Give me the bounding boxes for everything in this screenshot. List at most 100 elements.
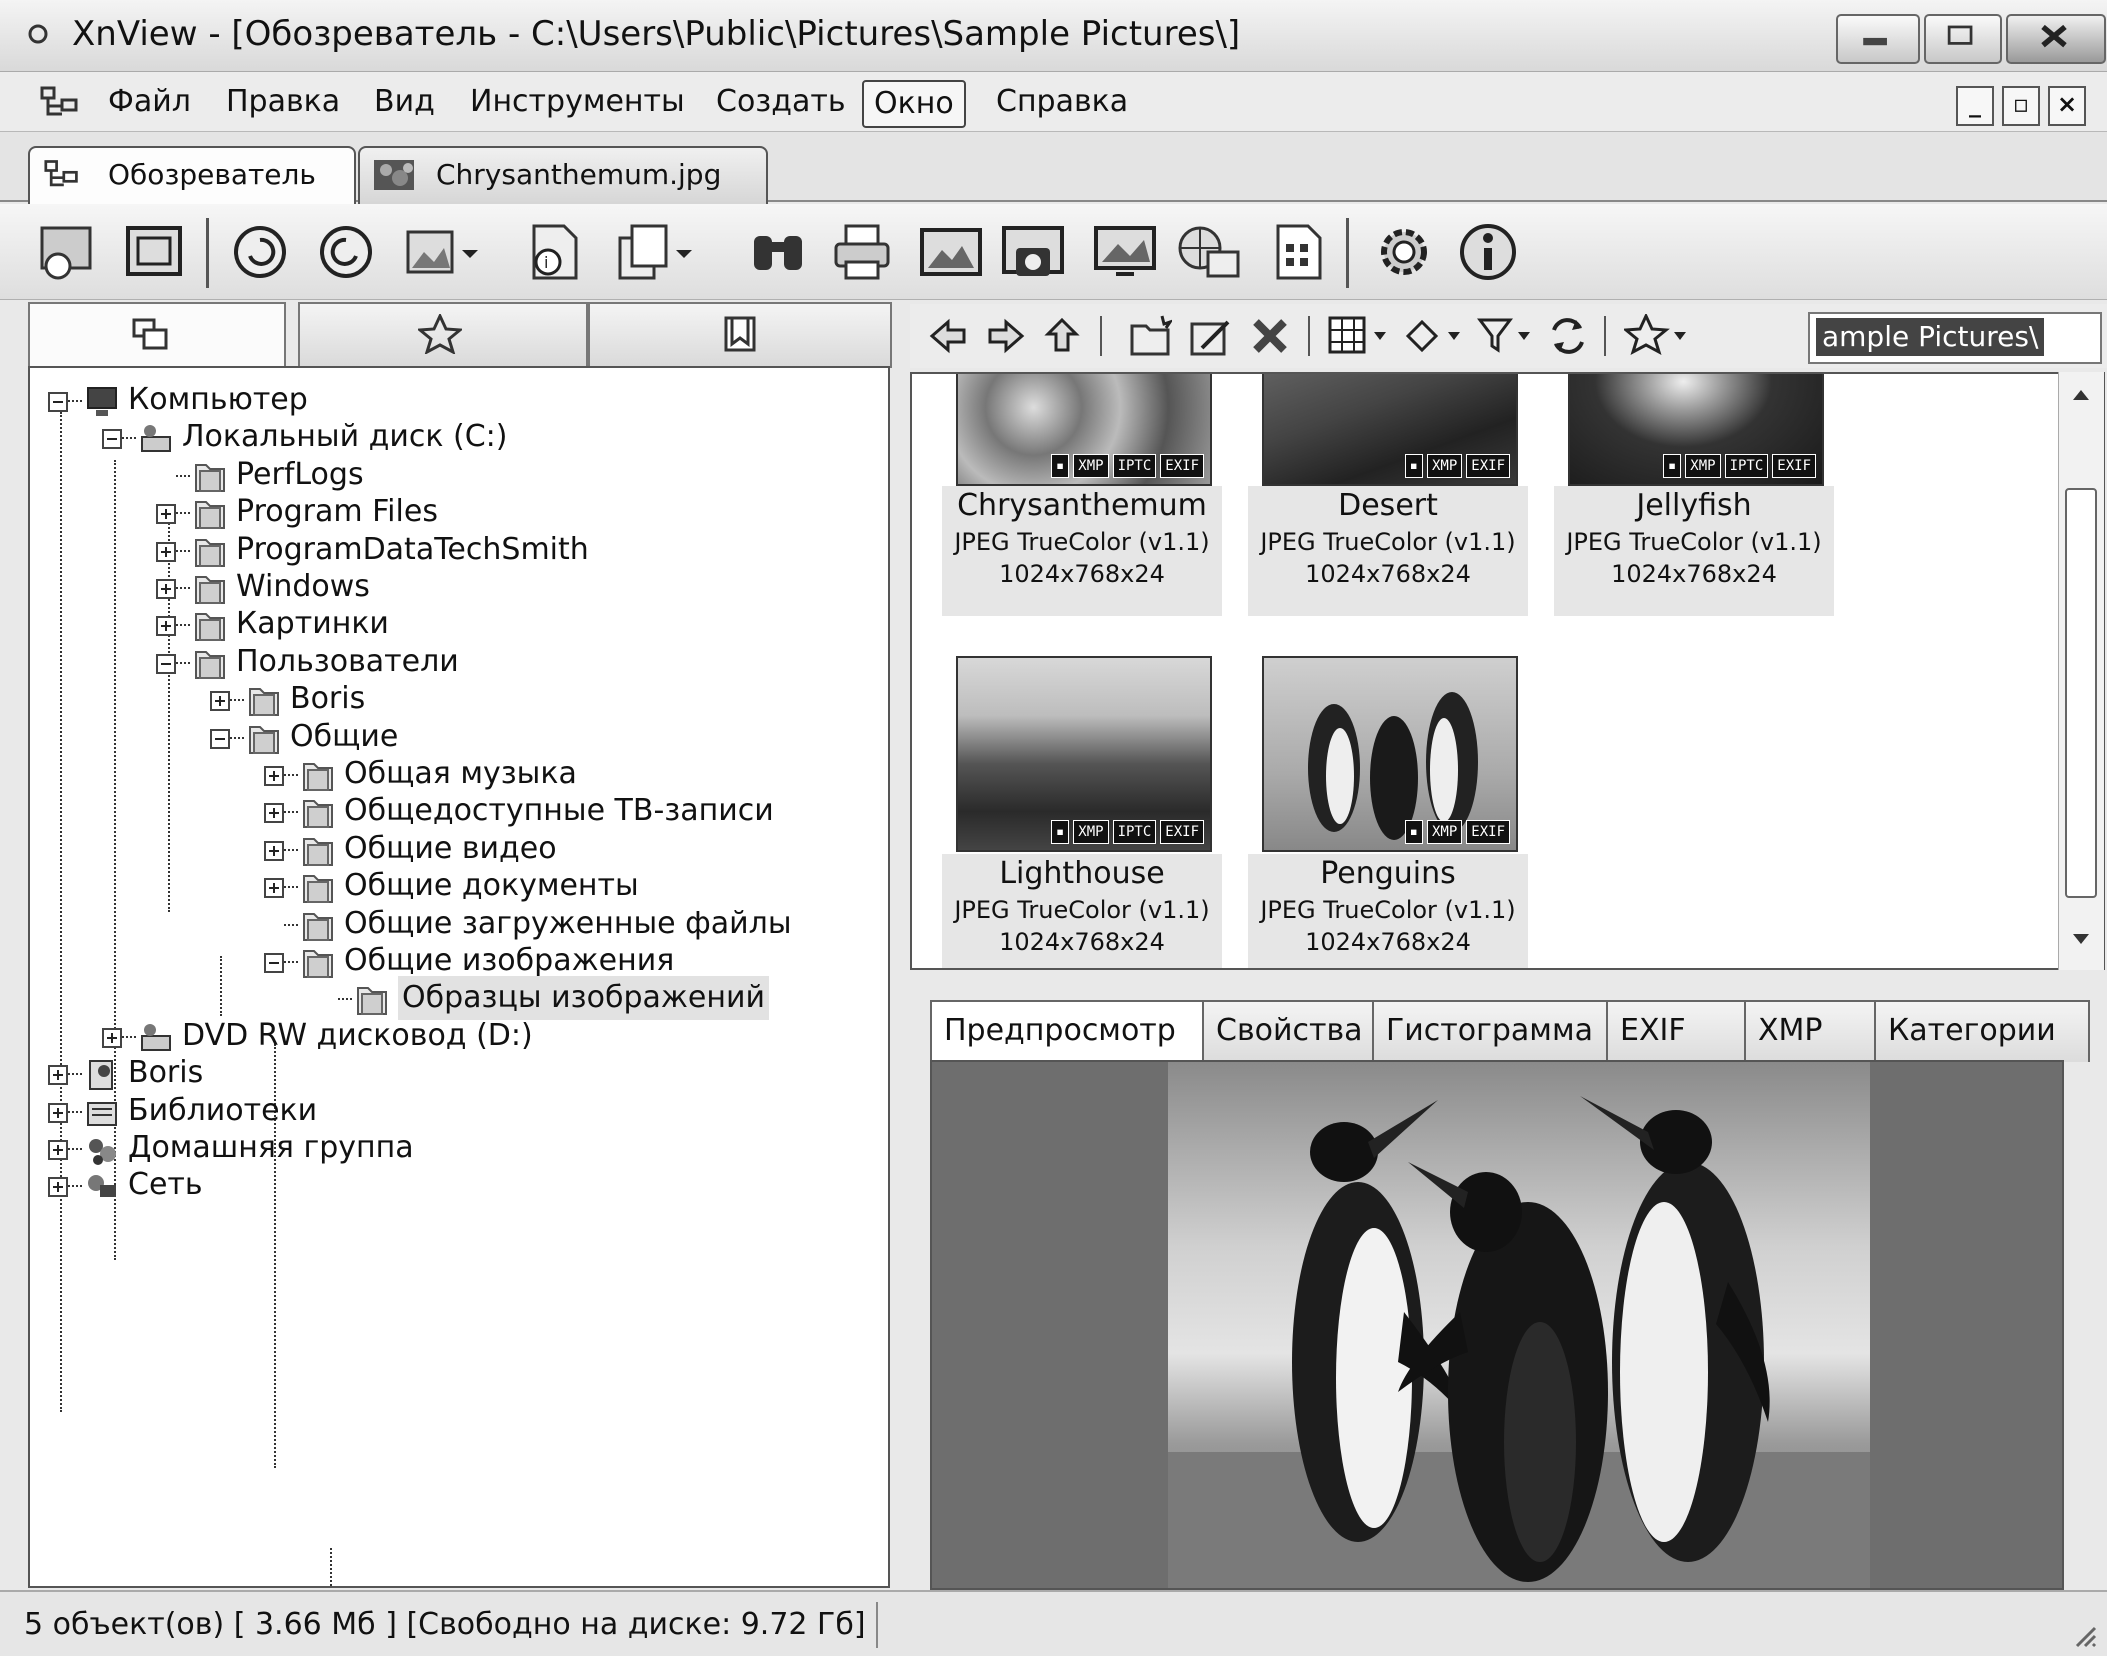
maximize-button[interactable] bbox=[1924, 14, 2002, 64]
mdi-minimize-button[interactable]: _ bbox=[1956, 86, 1994, 126]
collapse-icon[interactable] bbox=[264, 953, 284, 973]
favorite-star-icon[interactable] bbox=[1624, 314, 1694, 358]
tree-guide bbox=[330, 1548, 332, 1586]
settings-icon[interactable] bbox=[1374, 222, 1434, 282]
expand-icon[interactable] bbox=[102, 1028, 122, 1048]
menu-help[interactable]: Справка bbox=[986, 80, 1138, 124]
collapse-icon[interactable] bbox=[102, 429, 122, 449]
filter-icon[interactable] bbox=[1476, 316, 1540, 356]
web-icon[interactable] bbox=[1174, 222, 1244, 282]
tab-folders[interactable] bbox=[28, 302, 286, 366]
info-page-icon[interactable]: i bbox=[524, 222, 584, 282]
menu-window[interactable]: Окно bbox=[862, 80, 966, 128]
slideshow-icon[interactable] bbox=[918, 222, 984, 282]
expand-icon[interactable] bbox=[48, 1103, 68, 1123]
up-folder-icon[interactable] bbox=[1042, 316, 1082, 356]
screen-icon[interactable] bbox=[1092, 222, 1158, 282]
close-button[interactable] bbox=[2006, 14, 2106, 64]
expand-icon[interactable] bbox=[264, 766, 284, 786]
thumbnail-jellyfish[interactable]: ▪ XMP IPTC EXIF Jellyfish JPEG TrueColor (v… bbox=[1554, 374, 1834, 634]
scroll-down-icon[interactable] bbox=[2071, 932, 2091, 946]
resize-grip-icon[interactable] bbox=[2071, 1622, 2099, 1650]
rename-icon[interactable] bbox=[1188, 314, 1232, 358]
tree-item[interactable]: Сеть bbox=[48, 1163, 870, 1207]
expand-icon[interactable] bbox=[48, 1177, 68, 1197]
minimize-button[interactable] bbox=[1836, 14, 1920, 64]
view-mode-icon[interactable] bbox=[1328, 316, 1392, 356]
capture-icon[interactable] bbox=[1000, 222, 1066, 282]
tab-image-label: Chrysanthemum.jpg bbox=[436, 158, 722, 191]
badge-xmp: XMP bbox=[1073, 454, 1109, 478]
tab-categories[interactable] bbox=[588, 302, 892, 368]
toolbar-separator bbox=[1308, 316, 1310, 356]
fullscreen-icon[interactable] bbox=[124, 222, 184, 282]
thumbnail-desert[interactable]: ▪ XMP EXIF Desert JPEG TrueColor (v1.1) 10… bbox=[1248, 374, 1528, 634]
tab-image[interactable]: Chrysanthemum.jpg bbox=[358, 146, 768, 204]
new-folder-icon[interactable] bbox=[1128, 314, 1172, 358]
back-arrow-icon[interactable] bbox=[928, 316, 968, 356]
expand-icon[interactable] bbox=[264, 878, 284, 898]
find-icon[interactable] bbox=[748, 222, 808, 282]
tab-browser[interactable]: Обозреватель bbox=[28, 146, 356, 204]
tab-histogram[interactable]: Гистограмма bbox=[1372, 1000, 1632, 1062]
toolbar-separator bbox=[1604, 316, 1606, 356]
thumbnail-chrysanthemum[interactable]: ▪ XMP IPTC EXIF Chrysanthemum JPEG TrueColo… bbox=[942, 374, 1222, 634]
network-icon bbox=[88, 1175, 116, 1197]
menu-create[interactable]: Создать bbox=[706, 80, 856, 124]
menu-view[interactable]: Вид bbox=[364, 80, 445, 124]
expand-icon[interactable] bbox=[156, 616, 176, 636]
thumbnail-scrollbar[interactable] bbox=[2058, 372, 2104, 970]
main-toolbar: i bbox=[0, 204, 2107, 300]
expand-icon[interactable] bbox=[264, 841, 284, 861]
metadata-badges: ▪ XMP IPTC EXIF bbox=[1050, 820, 1204, 844]
expand-icon[interactable] bbox=[156, 542, 176, 562]
delete-icon[interactable] bbox=[1248, 314, 1292, 358]
expand-icon[interactable] bbox=[48, 1140, 68, 1160]
expand-icon[interactable] bbox=[48, 1065, 68, 1085]
menu-file[interactable]: Файл bbox=[98, 80, 201, 124]
rotate-left-icon[interactable] bbox=[230, 222, 290, 282]
thumbnail-name: Lighthouse bbox=[999, 856, 1165, 891]
thumbnail-name: Chrysanthemum bbox=[957, 488, 1207, 523]
tree-connector bbox=[176, 662, 190, 664]
metadata-badges: ▪ XMP IPTC EXIF bbox=[1050, 454, 1204, 478]
collapse-icon[interactable] bbox=[48, 392, 68, 412]
tree-connector bbox=[284, 849, 298, 851]
tab-preview[interactable]: Предпросмотр bbox=[930, 1000, 1228, 1064]
expand-icon[interactable] bbox=[210, 691, 230, 711]
tab-favorites[interactable] bbox=[298, 302, 588, 368]
mdi-close-button[interactable]: × bbox=[2048, 86, 2086, 126]
sort-icon[interactable] bbox=[1404, 316, 1468, 356]
batch-icon[interactable] bbox=[1268, 222, 1328, 282]
tab-categories-info[interactable]: Категории bbox=[1874, 1000, 2090, 1062]
copy-icon[interactable] bbox=[612, 222, 698, 282]
print-icon[interactable] bbox=[832, 222, 892, 282]
expand-icon[interactable] bbox=[264, 803, 284, 823]
thumbnail-lighthouse[interactable]: ▪ XMP IPTC EXIF Lighthouse JPEG TrueColor (… bbox=[942, 656, 1222, 968]
badge-xmp: XMP bbox=[1073, 820, 1109, 844]
tab-properties[interactable]: Свойства bbox=[1202, 1000, 1398, 1062]
collapse-icon[interactable] bbox=[156, 654, 176, 674]
badge-square: ▪ bbox=[1404, 454, 1423, 478]
document-tabs: Обозреватель Chrysanthemum.jpg bbox=[0, 132, 2107, 204]
expand-icon[interactable] bbox=[156, 579, 176, 599]
open-browser-icon[interactable] bbox=[38, 222, 98, 282]
expand-icon[interactable] bbox=[156, 504, 176, 524]
mdi-restore-button[interactable]: ▫ bbox=[2002, 86, 2040, 126]
forward-arrow-icon[interactable] bbox=[986, 316, 1026, 356]
scroll-up-icon[interactable] bbox=[2071, 388, 2091, 402]
menu-tools[interactable]: Инструменты bbox=[460, 80, 695, 124]
convert-icon[interactable] bbox=[404, 222, 484, 282]
menu-edit[interactable]: Правка bbox=[216, 80, 350, 124]
path-combobox[interactable]: ample Pictures\ bbox=[1808, 312, 2102, 364]
badge-iptc: IPTC bbox=[1112, 454, 1157, 478]
about-icon[interactable] bbox=[1458, 222, 1518, 282]
rotate-right-icon[interactable] bbox=[316, 222, 376, 282]
thumbnail-penguins[interactable]: ▪ XMP EXIF Penguins JPEG TrueColor (v1.1) … bbox=[1248, 656, 1528, 968]
menu-tree-icon bbox=[40, 86, 78, 116]
collapse-icon[interactable] bbox=[210, 729, 230, 749]
scrollbar-thumb[interactable] bbox=[2065, 488, 2097, 898]
thumbnail-name: Penguins bbox=[1320, 856, 1456, 891]
tree-connector bbox=[176, 550, 190, 552]
refresh-icon[interactable] bbox=[1546, 316, 1590, 356]
